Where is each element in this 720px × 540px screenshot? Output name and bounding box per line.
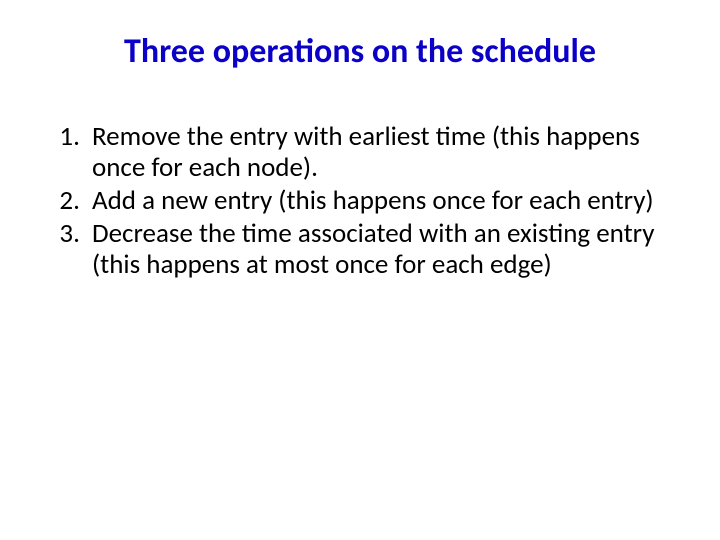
- list-item: Remove the entry with earliest time (thi…: [86, 121, 674, 183]
- list-item: Decrease the time associated with an exi…: [86, 218, 674, 280]
- points-list: Remove the entry with earliest time (thi…: [46, 121, 674, 280]
- slide: Three operations on the schedule Remove …: [0, 0, 720, 540]
- list-item: Add a new entry (this happens once for e…: [86, 185, 674, 216]
- slide-title: Three operations on the schedule: [46, 32, 674, 71]
